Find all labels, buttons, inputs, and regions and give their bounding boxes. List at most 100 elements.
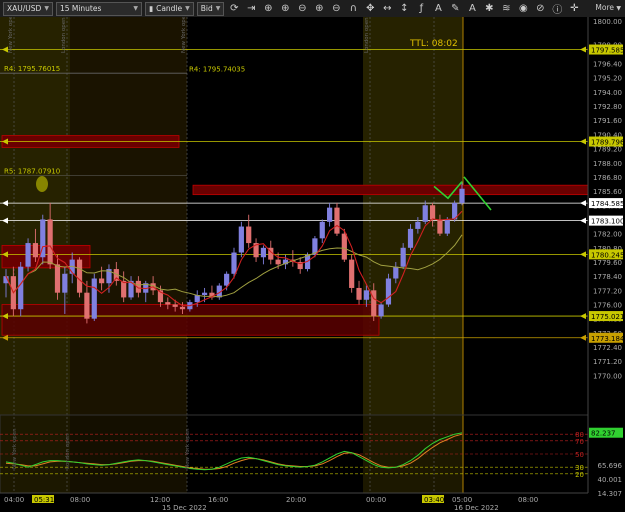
text-annotation-icon[interactable]: A: [465, 2, 479, 16]
candle-body: [378, 304, 384, 317]
price-chart[interactable]: 8070503020 1800.001798.001796.401795.201…: [0, 17, 625, 512]
candle-body: [224, 273, 230, 286]
session-band: [363, 17, 463, 415]
oscillator-level-label: 70: [575, 438, 584, 446]
time-tick-label: 08:00: [518, 496, 538, 504]
chart-type-select[interactable]: ▮ Candle ▼: [144, 1, 194, 16]
candle-body: [84, 292, 90, 319]
candle-body: [121, 280, 127, 298]
candle-body: [334, 207, 340, 234]
candle-body: [429, 205, 436, 220]
zoom-in-icon[interactable]: ⊕: [312, 2, 326, 16]
price-tick-label: 1791.60: [593, 117, 622, 125]
candle-body: [47, 219, 53, 265]
chevron-down-icon: ▼: [133, 5, 138, 12]
price-tick-label: 1782.00: [593, 231, 622, 239]
layers-icon[interactable]: ≋: [499, 2, 513, 16]
candle-body: [341, 233, 347, 260]
session-label: New York open: [181, 17, 187, 53]
oscillator-axis-label: 14.307: [598, 490, 623, 498]
scroll-end-icon[interactable]: ⇥: [244, 2, 258, 16]
oscillator-level-label: 20: [575, 471, 584, 479]
magnet-icon[interactable]: ∩: [346, 2, 360, 16]
chevron-down-icon: ▼: [215, 5, 221, 12]
zoom-in-icon[interactable]: ⊕: [278, 2, 292, 16]
price-tick-label: 1794.00: [593, 89, 622, 97]
candle-body: [356, 287, 362, 300]
session-label: New York open: [12, 428, 18, 469]
symbol-select[interactable]: XAU/USD ▼: [3, 1, 53, 16]
pivot-level-label: R5: 1787.07910: [4, 168, 60, 176]
candle-body: [437, 219, 443, 234]
price-tick-label: 1779.60: [593, 259, 622, 267]
candle-body: [275, 259, 281, 265]
candle-body: [393, 266, 399, 279]
pivot-level-label: R4: 1795.74035: [189, 65, 245, 73]
candle-body: [407, 228, 414, 248]
candle-body: [76, 259, 83, 293]
session-label: London open: [65, 433, 71, 469]
session-label: New York open: [185, 428, 191, 469]
more-button[interactable]: More ▼: [595, 3, 621, 12]
alert-icon[interactable]: ⊘: [533, 2, 547, 16]
timeframe-select[interactable]: 15 Minutes ▼: [55, 1, 142, 16]
candle-body: [32, 243, 39, 258]
zoom-out-icon[interactable]: ⊖: [329, 2, 343, 16]
candle-body: [238, 226, 244, 253]
text-icon[interactable]: A: [431, 2, 445, 16]
timeframe-label: 15 Minutes: [59, 4, 102, 13]
candle-body: [201, 292, 208, 296]
price-side-select[interactable]: Bid ▼: [196, 1, 225, 16]
price-level-badge-label: 1773.184: [591, 335, 625, 343]
pencil-icon[interactable]: ✎: [448, 2, 462, 16]
candle-body: [62, 273, 68, 293]
chevron-down-icon: ▼: [185, 5, 190, 12]
price-tick-label: 1788.00: [593, 160, 622, 168]
horizontal-resize-icon[interactable]: ↔: [380, 2, 394, 16]
price-tick-label: 1800.00: [593, 18, 622, 26]
vertical-resize-icon[interactable]: ↕: [397, 2, 411, 16]
candle-body: [246, 226, 252, 244]
candle-body: [363, 290, 369, 300]
price-tick-label: 1792.80: [593, 103, 622, 111]
toolbar: XAU/USD ▼ 15 Minutes ▼ ▮ Candle ▼ Bid ▼ …: [0, 0, 625, 18]
time-tick-label: 08:00: [70, 496, 90, 504]
pan-icon[interactable]: ✥: [363, 2, 377, 16]
candle-body: [349, 259, 355, 288]
resistance-zone: [192, 184, 589, 196]
candle-body: [327, 207, 333, 222]
toolbar-icon-group: ⟳ ⇥ ⊕ ⊕ ⊖ ⊕ ⊖ ∩ ✥ ↔ ↕ ƒ A ✎ A ✱ ≋ ◉ ⊘ ⓘ ✛: [224, 2, 581, 16]
function-icon[interactable]: ƒ: [414, 2, 428, 16]
oscillator-level-label: 50: [575, 451, 584, 459]
more-label: More: [595, 3, 614, 12]
price-side-label: Bid: [200, 4, 213, 13]
settings-icon[interactable]: ✱: [482, 2, 496, 16]
session-label: New York open: [8, 17, 14, 53]
refresh-icon[interactable]: ⟳: [227, 2, 241, 16]
price-tick-label: 1776.00: [593, 302, 622, 310]
price-level-badge-label: 1780.245: [591, 251, 624, 259]
candle-body: [231, 252, 237, 274]
time-tick-label: 04:00: [4, 496, 24, 504]
price-tick-label: 1786.80: [593, 174, 622, 182]
candle-body: [422, 205, 428, 222]
price-tick-label: 1795.20: [593, 75, 622, 83]
price-level-badge-label: 1789.796: [591, 139, 625, 147]
info-icon[interactable]: ⓘ: [550, 2, 564, 16]
crosshair-icon[interactable]: ⊕: [261, 2, 275, 16]
candle-body: [165, 302, 171, 305]
candle-body: [400, 247, 406, 267]
crosshair-toggle-icon[interactable]: ✛: [567, 2, 581, 16]
candle-body: [172, 304, 178, 307]
demand-zone: [1, 245, 91, 269]
time-tick-label: 20:00: [286, 496, 306, 504]
price-tick-label: 1789.20: [593, 146, 622, 154]
eye-icon[interactable]: ◉: [516, 2, 530, 16]
zoom-out-icon[interactable]: ⊖: [295, 2, 309, 16]
price-level-badge-label: 1775.021: [591, 313, 624, 321]
chevron-down-icon: ▼: [616, 5, 621, 12]
time-tick-label: 03:40: [424, 496, 444, 504]
time-axis: 04:00 05:31 08:00 12:00 16:00 20:00 00:00 03:40…: [0, 492, 588, 512]
price-tick-label: 1796.40: [593, 61, 622, 69]
candle-body: [91, 278, 97, 319]
